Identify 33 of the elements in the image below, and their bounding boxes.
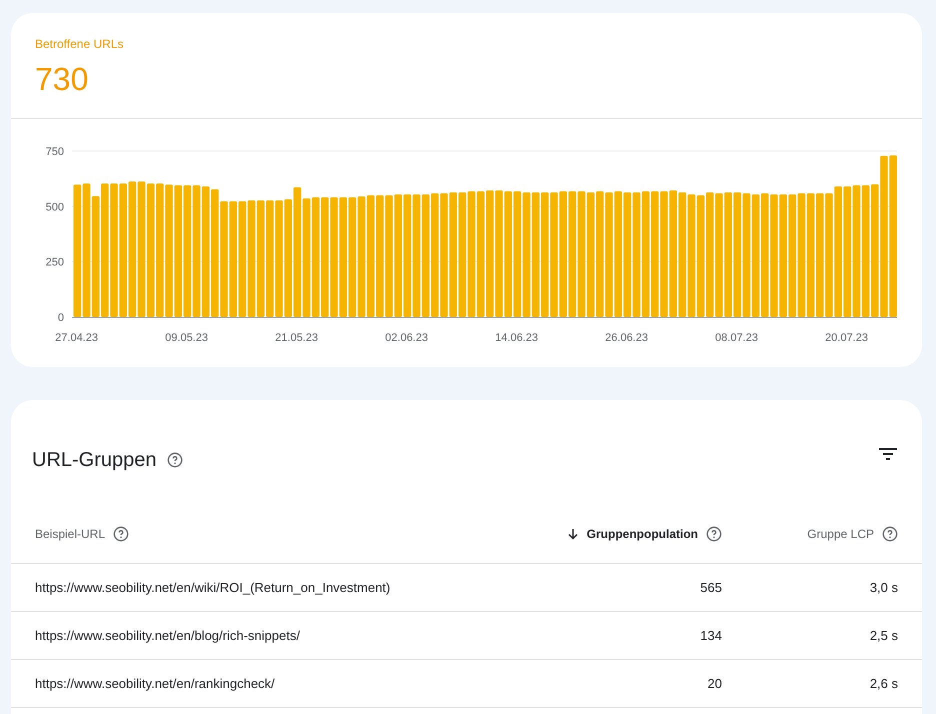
population-cell-text: 565 <box>699 580 722 595</box>
url-cell-text: https://www.seobility.net/en/blog/rich-snippets/ <box>35 628 301 643</box>
column-header[interactable]: Beispiel-URL <box>35 527 106 541</box>
help-icon[interactable] <box>166 452 183 468</box>
sort-arrow-icon <box>566 528 579 540</box>
filter-icon[interactable] <box>878 447 898 461</box>
lcp-cell-text: 2,6 s <box>868 676 898 691</box>
lcp-cell-text: 3,0 s <box>868 580 898 595</box>
x-axis-label: 09.05.23 <box>165 332 208 344</box>
population-cell-text: 134 <box>699 628 722 643</box>
x-axis-label: 21.05.23 <box>275 332 318 344</box>
metric-label: Betroffene URLs <box>35 37 124 51</box>
url-cell-text: https://www.seobility.net/en/wiki/ROI_(Return_on_Investment) <box>35 580 392 595</box>
population-cell-text: 20 <box>706 676 722 691</box>
metric-value: 730 <box>35 61 90 98</box>
section-title: URL-Gruppen <box>32 448 157 472</box>
x-axis-label: 27.04.23 <box>55 332 98 344</box>
y-axis-label: 500 <box>46 201 64 214</box>
y-axis-label: 0 <box>58 312 64 324</box>
url-cell-text: https://www.seobility.net/en/rankingcheck/ <box>35 676 276 691</box>
help-icon[interactable] <box>882 526 898 542</box>
column-header[interactable]: Gruppenpopulation <box>586 527 698 541</box>
lcp-cell-text: 2,5 s <box>868 628 898 643</box>
x-axis-label: 26.06.23 <box>605 332 648 344</box>
column-header[interactable]: Gruppe LCP <box>807 527 874 541</box>
x-axis-label: 14.06.23 <box>495 332 538 344</box>
x-axis-label: 02.06.23 <box>385 332 428 344</box>
y-axis-label: 250 <box>46 256 64 269</box>
y-axis-label: 750 <box>46 146 64 158</box>
x-axis-label: 20.07.23 <box>825 332 868 344</box>
x-axis-label: 08.07.23 <box>715 332 758 344</box>
help-icon[interactable] <box>706 526 722 542</box>
help-icon[interactable] <box>113 526 130 542</box>
